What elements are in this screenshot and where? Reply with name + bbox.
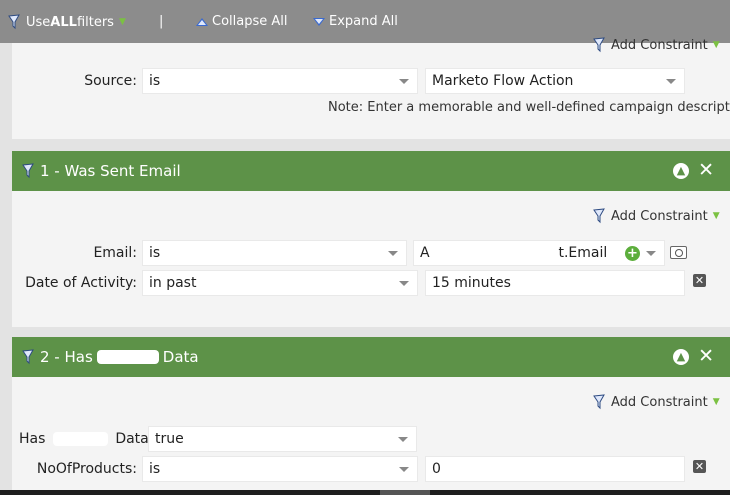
dropdown-arrow-icon: ▼ [712,211,720,221]
filter-2-title-prefix: 2 - Has [40,348,93,366]
chevron-down-icon [666,79,676,84]
date-value-input[interactable]: 15 minutes [425,270,685,296]
filter-1-title: 1 - Was Sent Email [40,162,181,180]
funnel-icon [8,14,20,30]
has-data-select[interactable]: true [148,426,417,452]
chevron-down-icon [398,437,408,442]
use-all-bold: ALL [50,14,77,30]
filter-2-header[interactable]: 2 - Has Data ▲ ✕ [12,337,730,377]
email-operator-select[interactable]: is [142,240,407,266]
toolbar-separator: | [159,14,164,29]
remove-constraint-icon[interactable]: ✕ [693,274,706,287]
scrollbar-thumb[interactable] [380,490,430,495]
dropdown-arrow-icon: ▼ [118,17,126,27]
has-data-label: Has Data: [19,431,153,447]
funnel-icon [22,349,34,365]
filter-1-header[interactable]: 1 - Was Sent Email ▲ ✕ [12,151,730,191]
redacted-text [96,350,159,364]
filter-1-title-wrap: 1 - Was Sent Email [22,162,181,180]
date-operator-select[interactable]: in past [142,270,418,296]
dropdown-arrow-icon: ▼ [712,397,720,407]
filter-2-title-suffix: Data [162,348,199,366]
collapse-all-label: Collapse All [212,14,288,29]
has-label-prefix: Has [19,431,46,447]
funnel-icon [593,208,605,224]
use-all-suffix: filters [76,14,114,30]
move-up-icon[interactable]: ▲ [673,349,689,365]
source-label: Source: [84,73,137,89]
horizontal-scrollbar[interactable] [0,490,730,495]
add-icon[interactable]: + [625,246,640,261]
funnel-icon [593,394,605,410]
has-data-value: true [155,431,184,447]
date-of-activity-label: Date of Activity: [25,275,137,291]
add-constraint-label: Add Constraint [611,394,708,410]
redacted-text [52,432,108,446]
collapse-icon [196,17,208,26]
email-value-start: A [420,245,430,261]
date-value: 15 minutes [432,275,511,291]
email-operator-value: is [149,245,161,261]
products-value: 0 [432,461,441,477]
campaign-note: Note: Enter a memorable and well-defined… [328,100,730,115]
source-operator-value: is [149,73,161,89]
close-icon[interactable]: ✕ [698,160,714,180]
use-all-filters-dropdown[interactable]: Use ALL filters ▼ [8,14,126,30]
expand-all-label: Expand All [329,14,398,29]
use-all-prefix: Use [26,14,51,30]
add-constraint-button-top[interactable]: Add Constraint ▼ [593,37,720,53]
chevron-down-icon [399,467,409,472]
email-value-end: t.Email [558,245,608,261]
redacted-text [434,248,555,258]
add-constraint-label: Add Constraint [611,37,708,53]
filter-2-title-wrap: 2 - Has Data [22,348,199,366]
products-operator-select[interactable]: is [142,456,418,482]
collapse-all-button[interactable]: Collapse All [196,14,288,29]
funnel-icon [22,163,34,179]
chevron-down-icon [399,79,409,84]
expand-icon [313,17,325,26]
add-constraint-label: Add Constraint [611,208,708,224]
email-label: Email: [93,245,137,261]
lookup-icon[interactable] [670,246,687,259]
chevron-down-icon [388,251,398,256]
dropdown-arrow-icon: ▼ [712,40,720,50]
chevron-down-icon [646,251,656,256]
no-of-products-label: NoOfProducts: [36,461,137,477]
source-value: Marketo Flow Action [432,73,574,89]
add-constraint-button-2[interactable]: Add Constraint ▼ [593,394,720,410]
move-up-icon[interactable]: ▲ [673,163,689,179]
expand-all-button[interactable]: Expand All [313,14,398,29]
remove-constraint-icon[interactable]: ✕ [693,460,706,473]
source-operator-select[interactable]: is [142,68,418,94]
products-operator-value: is [149,461,161,477]
add-constraint-button-1[interactable]: Add Constraint ▼ [593,208,720,224]
products-value-input[interactable]: 0 [425,456,685,482]
date-operator-value: in past [149,275,197,291]
chevron-down-icon [399,281,409,286]
close-icon[interactable]: ✕ [698,346,714,366]
funnel-icon [593,37,605,53]
source-value-select[interactable]: Marketo Flow Action [425,68,685,94]
